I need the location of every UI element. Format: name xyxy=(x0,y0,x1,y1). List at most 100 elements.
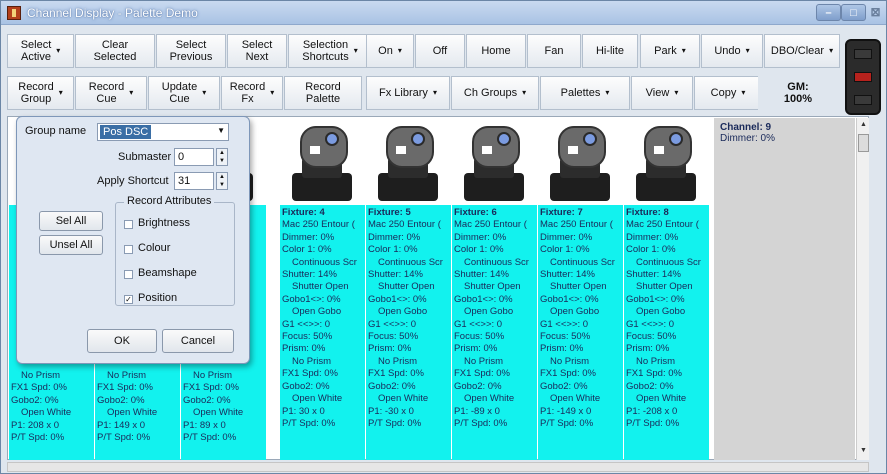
maximize-button[interactable]: □ xyxy=(841,4,866,21)
select-active-button[interactable]: Select Active ▾ xyxy=(7,34,74,68)
fixture-attribute: G1 <<>>: 0 xyxy=(454,318,503,330)
scroll-up-icon[interactable]: ▲ xyxy=(858,121,869,131)
fixture-attribute: Shutter: 14% xyxy=(626,269,681,281)
channel-9-title: Channel: 9 xyxy=(720,122,772,133)
fixture-attribute: Shutter Open xyxy=(550,281,607,293)
fixture-attribute: Focus: 50% xyxy=(626,331,677,343)
ch-groups-button-label: Ch Groups xyxy=(463,87,518,99)
fixture-attribute: Open Gobo xyxy=(292,306,342,318)
hilite-button[interactable]: Hi-lite xyxy=(582,34,638,68)
chevron-down-icon: ▾ xyxy=(353,46,358,55)
fixture-attribute: Continuous Scr xyxy=(550,256,615,268)
fixture-attribute: Gobo1<>: 0% xyxy=(282,293,341,305)
fixture-attribute: FX1 Spd: 0% xyxy=(368,368,424,380)
close-button[interactable]: ⊠ xyxy=(867,4,884,21)
vertical-scrollbar[interactable]: ▲ ▼ xyxy=(856,118,869,460)
fixture-attribute: Mac 250 Entour ( xyxy=(454,219,527,231)
fixture-attribute: Open Gobo xyxy=(464,306,514,318)
sel-all-button[interactable]: Sel All xyxy=(39,211,103,231)
record-cue-button-label: Record Cue xyxy=(88,81,125,105)
cancel-button[interactable]: Cancel xyxy=(162,329,234,353)
fixture-attribute: Shutter: 14% xyxy=(282,269,337,281)
fixture-attribute: Color 1: 0% xyxy=(540,244,590,256)
ch-groups-button[interactable]: Ch Groups ▾ xyxy=(451,76,539,110)
fan-button-label: Fan xyxy=(544,45,564,57)
attribute-checkbox[interactable] xyxy=(124,220,133,229)
chevron-down-icon: ▾ xyxy=(741,88,746,97)
clear-selected-button[interactable]: Clear Selected xyxy=(75,34,155,68)
unsel-all-button[interactable]: Unsel All xyxy=(39,235,103,255)
select-previous-button[interactable]: Select Previous xyxy=(156,34,226,68)
fixture-column[interactable]: Fixture: 5 Mac 250 Entour (Dimmer: 0% Colo… xyxy=(366,118,451,460)
fixture-column[interactable]: Fixture: 4 Mac 250 Entour (Dimmer: 0% Colo… xyxy=(280,118,365,460)
fixture-attribute: Focus: 50% xyxy=(454,331,505,343)
dbo-clear-button-label: DBO/Clear xyxy=(770,45,825,57)
attribute-label: Brightness xyxy=(138,217,190,229)
update-cue-button[interactable]: Update Cue ▾ xyxy=(148,76,220,110)
record-attributes-group: Record Attributes Brightness Colour Beamsh… xyxy=(115,195,235,306)
fixture-attribute: P1: -149 x 0 xyxy=(540,405,592,417)
fixture-attribute: Color 1: 0% xyxy=(454,244,504,256)
palettes-button[interactable]: Palettes ▾ xyxy=(540,76,630,110)
fx-library-button[interactable]: Fx Library ▾ xyxy=(366,76,450,110)
fixture-attribute: Shutter Open xyxy=(378,281,435,293)
fixture-attribute: Prism: 0% xyxy=(626,343,670,355)
selection-shortcuts-button[interactable]: Selection Shortcuts ▾ xyxy=(288,34,372,68)
scroll-thumb[interactable] xyxy=(858,134,869,152)
record-cue-button[interactable]: Record Cue ▾ xyxy=(75,76,147,110)
copy-button-label: Copy xyxy=(710,87,737,99)
fixture-attribute: Dimmer: 0% xyxy=(540,231,593,243)
fixture-column[interactable]: Fixture: 8 Mac 250 Entour (Dimmer: 0% Colo… xyxy=(624,118,709,460)
attribute-checkbox[interactable] xyxy=(124,270,133,279)
moving-head-image xyxy=(366,118,451,205)
fixture-attribute: G1 <<>>: 0 xyxy=(626,318,675,330)
attribute-checkbox[interactable] xyxy=(124,245,133,254)
fixture-column[interactable]: Fixture: 7 Mac 250 Entour (Dimmer: 0% Colo… xyxy=(538,118,623,460)
chevron-down-icon: ▾ xyxy=(270,88,275,97)
horizontal-scrollbar[interactable] xyxy=(7,462,869,472)
off-button[interactable]: Off xyxy=(415,34,465,68)
fixture-attribute: P1: -208 x 0 xyxy=(626,405,678,417)
fixture-attribute: FX1 Spd: 0% xyxy=(11,382,67,394)
fixture-attribute: Continuous Scr xyxy=(292,256,357,268)
fixture-attribute: Gobo2: 0% xyxy=(97,394,145,406)
record-fx-button[interactable]: Record Fx ▾ xyxy=(221,76,283,110)
channel-9-panel[interactable]: Channel: 9 Dimmer: 0% xyxy=(714,118,855,460)
minimize-button[interactable]: – xyxy=(816,4,841,21)
apply-shortcut-spinner-icon[interactable]: ▲ ▼ xyxy=(216,172,228,190)
park-button[interactable]: Park ▾ xyxy=(640,34,700,68)
attribute-checkbox[interactable]: ✓ xyxy=(124,295,133,304)
dbo-clear-button[interactable]: DBO/Clear ▾ xyxy=(764,34,840,68)
group-name-select[interactable]: Pos DSC ▼ xyxy=(97,123,229,141)
fixture-attribute: Gobo2: 0% xyxy=(454,380,502,392)
undo-button[interactable]: Undo ▾ xyxy=(701,34,763,68)
fixture-column[interactable]: Fixture: 6 Mac 250 Entour (Dimmer: 0% Colo… xyxy=(452,118,537,460)
fan-button[interactable]: Fan xyxy=(527,34,581,68)
record-group-button[interactable]: Record Group ▾ xyxy=(7,76,74,110)
select-next-button-label: Select Next xyxy=(241,39,273,63)
copy-button[interactable]: Copy ▾ xyxy=(694,76,762,110)
fixture-title: Fixture: 7 xyxy=(540,207,583,218)
fixture-attribute: Open White xyxy=(378,393,429,405)
fixture-attribute: Shutter: 14% xyxy=(454,269,509,281)
select-next-button[interactable]: Select Next xyxy=(227,34,287,68)
fixture-attribute: Shutter Open xyxy=(292,281,349,293)
submaster-input[interactable]: 0 xyxy=(174,148,214,166)
status-light xyxy=(845,39,881,115)
fixture-attribute: Dimmer: 0% xyxy=(368,231,421,243)
on-button[interactable]: On ▾ xyxy=(366,34,414,68)
fixture-attribute: Prism: 0% xyxy=(454,343,498,355)
submaster-spinner-icon[interactable]: ▲ ▼ xyxy=(216,148,228,166)
chevron-down-icon: ▾ xyxy=(745,46,750,55)
record-palette-button[interactable]: Record Palette xyxy=(284,76,362,110)
view-button[interactable]: View ▾ xyxy=(631,76,693,110)
fixture-attribute: P1: 89 x 0 xyxy=(183,419,226,431)
scroll-down-icon[interactable]: ▼ xyxy=(858,447,869,457)
fixture-attribute: Gobo2: 0% xyxy=(282,380,330,392)
fixture-attribute: Open White xyxy=(193,407,244,419)
fixture-attribute: Color 1: 0% xyxy=(626,244,676,256)
ok-button[interactable]: OK xyxy=(87,329,157,353)
fixture-attribute: P/T Spd: 0% xyxy=(626,417,680,429)
home-button[interactable]: Home xyxy=(466,34,526,68)
apply-shortcut-input[interactable]: 31 xyxy=(174,172,214,190)
